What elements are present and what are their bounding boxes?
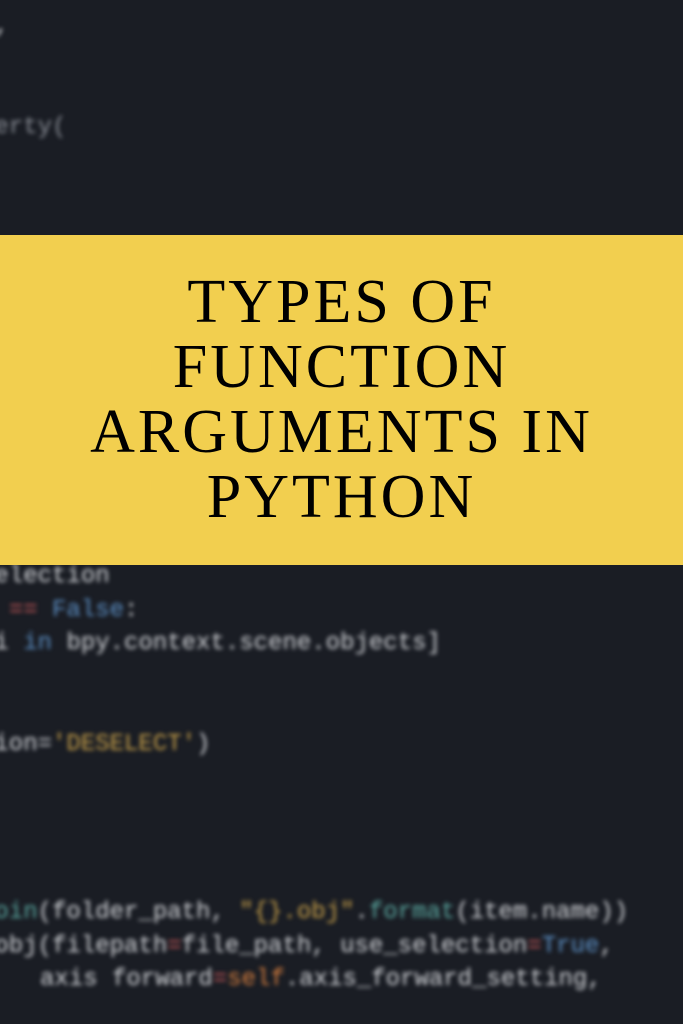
code-line xyxy=(0,661,628,695)
code-line: ), xyxy=(0,10,66,44)
code-line xyxy=(0,694,628,728)
code-line: join(folder_path, "{}.obj".format(item.n… xyxy=(0,896,628,930)
code-top-section: ), perty( xyxy=(0,10,66,144)
code-bottom-section: selection g == False: i in bpy.context.s… xyxy=(0,560,628,997)
code-line xyxy=(0,762,628,796)
code-line xyxy=(0,44,66,78)
code-line: .obj(filepath=file_path, use_selection=T… xyxy=(0,930,628,964)
code-line: tion='DESELECT') xyxy=(0,728,628,762)
code-line xyxy=(0,77,66,111)
code-line: axis forward=self.axis_forward_setting, xyxy=(40,963,628,997)
code-line xyxy=(0,862,628,896)
page-title: TYPES OF FUNCTION ARGUMENTS IN PYTHON xyxy=(40,270,643,530)
code-line: perty( xyxy=(0,111,66,145)
code-line: i in bpy.context.scene.objects] xyxy=(0,627,628,661)
code-line xyxy=(0,829,628,863)
code-line xyxy=(0,795,628,829)
title-banner: TYPES OF FUNCTION ARGUMENTS IN PYTHON xyxy=(0,235,683,565)
code-line: g == False: xyxy=(0,594,628,628)
